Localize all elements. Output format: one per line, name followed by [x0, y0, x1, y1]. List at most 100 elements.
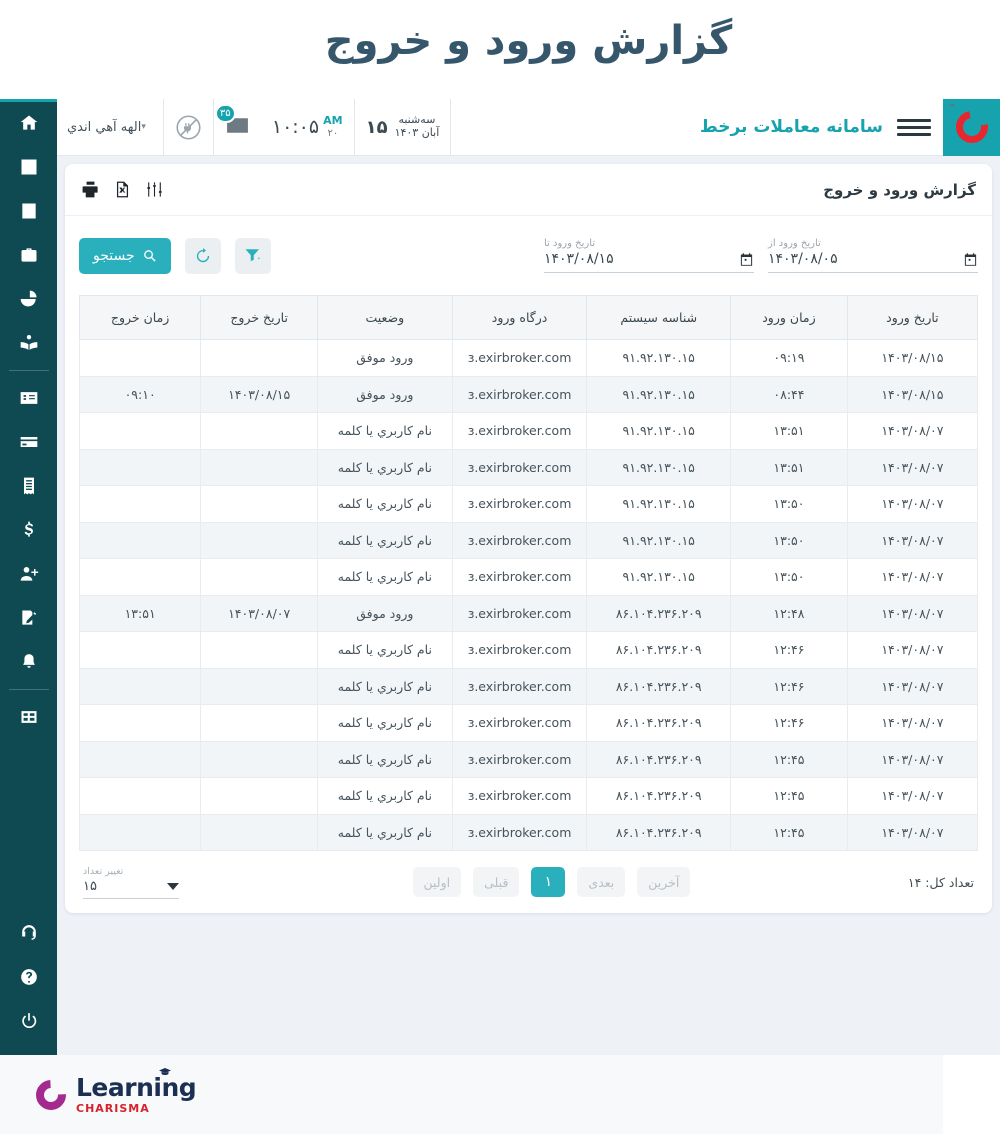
cell-exit-time [78, 740, 202, 778]
table-row[interactable]: ۱۴۰۳/۰۸/۰۷ ۱۳:۵۰ ۹۱.۹۲.۱۳۰.۱۵ ɜ.exirbroker.… [78, 485, 979, 523]
cell-system-id: ۸۶.۱۰۴.۲۳۶.۲۰۹ [586, 740, 732, 778]
date-to-label: تاریخ ورود تا [544, 238, 596, 249]
table-container: تاریخ ورود زمان ورود شناسه سیستم درگاه و… [65, 295, 992, 851]
column-header-entry-time[interactable]: زمان ورود [730, 295, 848, 340]
cell-entry-date: ۱۴۰۳/۰۸/۰۷ [846, 558, 979, 596]
footer-logo-primary-text: Learning [76, 1073, 197, 1102]
sidebar-item-invoices[interactable] [0, 464, 57, 508]
filter-dropdown-button[interactable] [234, 237, 271, 274]
mail-button[interactable]: ۳۵ [212, 98, 261, 156]
table-row[interactable]: ۱۴۰۳/۰۸/۰۷ ۱۲:۴۶ ۸۶.۱۰۴.۲۳۶.۲۰۹ ɜ.exirbroke… [78, 667, 979, 705]
date-from-field[interactable]: تاریخ ورود از ۱۴۰۳/۰۸/۰۵ [768, 238, 978, 273]
sidebar-item-portfolio[interactable] [0, 233, 57, 277]
table-row[interactable]: ۱۴۰۳/۰۸/۰۷ ۱۳:۵۰ ۹۱.۹۲.۱۳۰.۱۵ ɜ.exirbroker.… [78, 521, 979, 559]
search-icon [143, 250, 156, 262]
table-row[interactable]: ۱۴۰۳/۰۸/۱۵ ۰۹:۱۹ ۹۱.۹۲.۱۳۰.۱۵ ɜ.exirbroker.… [78, 339, 979, 377]
table-row[interactable]: ۱۴۰۳/۰۸/۰۷ ۱۲:۴۵ ۸۶.۱۰۴.۲۳۶.۲۰۹ ɜ.exirbroke… [78, 813, 979, 851]
user-name-label: الهه آهي اندي [67, 119, 142, 135]
cell-entry-time: ۱۳:۵۰ [730, 485, 848, 523]
refresh-button[interactable] [184, 237, 221, 274]
cell-system-id: ۸۶.۱۰۴.۲۳۶.۲۰۹ [586, 813, 732, 851]
sidebar-item-register[interactable] [0, 552, 57, 596]
table-row[interactable]: ۱۴۰۳/۰۸/۱۵ ۰۸:۴۴ ۹۱.۹۲.۱۳۰.۱۵ ɜ.exirbroker.… [78, 375, 979, 413]
date-to-field[interactable]: تاریخ ورود تا ۱۴۰۳/۰۸/۱۵ [544, 238, 754, 273]
user-plus-icon [20, 567, 38, 581]
sidebar-item-apps[interactable] [0, 695, 57, 739]
cell-status: نام کاربري يا کلمه [317, 813, 453, 851]
cell-exit-date [200, 813, 319, 851]
sidebar-item-education[interactable] [0, 321, 57, 365]
table-row[interactable]: ۱۴۰۳/۰۸/۰۷ ۱۲:۴۶ ۸۶.۱۰۴.۲۳۶.۲۰۹ ɜ.exirbroke… [78, 631, 979, 669]
sidebar-item-help[interactable] [0, 955, 57, 999]
table-row[interactable]: ۱۴۰۳/۰۸/۰۷ ۱۳:۵۱ ۹۱.۹۲.۱۳۰.۱۵ ɜ.exirbroker.… [78, 412, 979, 450]
calendar-icon[interactable] [963, 252, 978, 267]
sidebar-item-analytics[interactable] [0, 277, 57, 321]
brand-title: سامانه معاملات برخط [700, 117, 883, 137]
cell-exit-time [78, 558, 202, 596]
sidebar-item-payments[interactable] [0, 420, 57, 464]
time-clock: ۱۰:۰۵ [271, 116, 320, 138]
sidebar-item-logout[interactable] [0, 999, 57, 1043]
calendar-icon[interactable] [739, 252, 754, 267]
cell-status: ورود موفق [317, 375, 453, 413]
book-reader-icon [20, 335, 37, 350]
cell-entry-time: ۱۳:۵۱ [730, 412, 848, 450]
dollar-icon [24, 521, 33, 537]
sidebar-item-funds[interactable] [0, 508, 57, 552]
cell-exit-date [200, 777, 319, 815]
excel-export-icon[interactable] [113, 180, 132, 199]
cell-status: نام کاربري يا کلمه [317, 740, 453, 778]
sidebar-item-profile[interactable] [0, 376, 57, 420]
cell-exit-time [78, 521, 202, 559]
chevron-down-icon[interactable] [167, 882, 179, 890]
cell-system-id: ۹۱.۹۲.۱۳۰.۱۵ [586, 521, 732, 559]
sidebar-item-reports[interactable] [0, 189, 57, 233]
column-header-gateway[interactable]: درگاه ورود [451, 295, 588, 340]
sidebar-item-support[interactable] [0, 911, 57, 955]
pagination-next-button[interactable]: بعدی [577, 867, 626, 897]
sliders-settings-icon[interactable] [145, 180, 164, 199]
sidebar-item-requests[interactable] [0, 596, 57, 640]
total-count-label: تعداد کل: ۱۴ [907, 874, 974, 890]
table-row[interactable]: ۱۴۰۳/۰۸/۰۷ ۱۳:۵۰ ۹۱.۹۲.۱۳۰.۱۵ ɜ.exirbroker.… [78, 558, 979, 596]
printer-icon[interactable] [81, 180, 100, 199]
brand-logo[interactable]: ™ [943, 98, 1000, 156]
table-row[interactable]: ۱۴۰۳/۰۸/۰۷ ۱۲:۴۶ ۸۶.۱۰۴.۲۳۶.۲۰۹ ɜ.exirbroke… [78, 704, 979, 742]
table-head: تاریخ ورود زمان ورود شناسه سیستم درگاه و… [78, 295, 979, 340]
pie-chart-icon [20, 290, 36, 307]
table-row[interactable]: ۱۴۰۳/۰۸/۰۷ ۱۲:۴۵ ۸۶.۱۰۴.۲۳۶.۲۰۹ ɜ.exirbroke… [78, 777, 979, 815]
table-row[interactable]: ۱۴۰۳/۰۸/۰۷ ۱۳:۵۱ ۹۱.۹۲.۱۳۰.۱۵ ɜ.exirbroker.… [78, 448, 979, 486]
cell-gateway: ɜ.exirbroker.com [451, 704, 588, 742]
bell-icon [22, 654, 35, 668]
pagination-first-button[interactable]: اولین [412, 867, 462, 897]
pagination-last-button[interactable]: آخرین [637, 867, 691, 897]
sidebar-item-home[interactable] [0, 101, 57, 145]
cell-system-id: ۹۱.۹۲.۱۳۰.۱۵ [586, 485, 732, 523]
user-menu[interactable]: ▾ الهه آهي اندي [56, 99, 163, 156]
current-time: AM ۲۰ ۱۰:۰۵ [261, 99, 354, 156]
cell-exit-date [200, 521, 319, 559]
column-header-status[interactable]: وضعیت [317, 295, 453, 340]
cell-exit-time: ۱۳:۵۱ [78, 594, 202, 632]
hamburger-menu-icon[interactable] [897, 118, 931, 136]
pagination-prev-button[interactable]: قبلی [473, 867, 520, 897]
column-header-exit-date[interactable]: تاریخ خروج [200, 295, 319, 340]
sidebar-item-notifications[interactable] [0, 640, 57, 684]
card-title: گزارش ورود و خروج [823, 180, 976, 199]
per-page-selector[interactable]: تغییر تعداد ۱۵ [83, 866, 179, 899]
receipt-icon [23, 477, 34, 495]
sidebar-divider-2 [8, 689, 49, 690]
cell-gateway: ɜ.exirbroker.com [451, 558, 588, 596]
search-button[interactable]: جستجو [79, 237, 171, 274]
sidebar-item-orders[interactable] [0, 145, 57, 189]
connection-status-button[interactable] [162, 98, 213, 156]
pagination-page-1-button[interactable]: ۱ [531, 867, 566, 897]
cell-entry-date: ۱۴۰۳/۰۸/۰۷ [846, 485, 979, 523]
table-row[interactable]: ۱۴۰۳/۰۸/۰۷ ۱۲:۴۵ ۸۶.۱۰۴.۲۳۶.۲۰۹ ɜ.exirbroke… [78, 740, 979, 778]
column-header-system-id[interactable]: شناسه سیستم [586, 295, 732, 340]
wallet-button[interactable] [450, 98, 473, 156]
cell-gateway: ɜ.exirbroker.com [451, 521, 588, 559]
table-row[interactable]: ۱۴۰۳/۰۸/۰۷ ۱۲:۴۸ ۸۶.۱۰۴.۲۳۶.۲۰۹ ɜ.exirbroke… [78, 594, 979, 632]
column-header-exit-time[interactable]: زمان خروج [78, 295, 202, 340]
column-header-entry-date[interactable]: تاریخ ورود [846, 295, 979, 340]
